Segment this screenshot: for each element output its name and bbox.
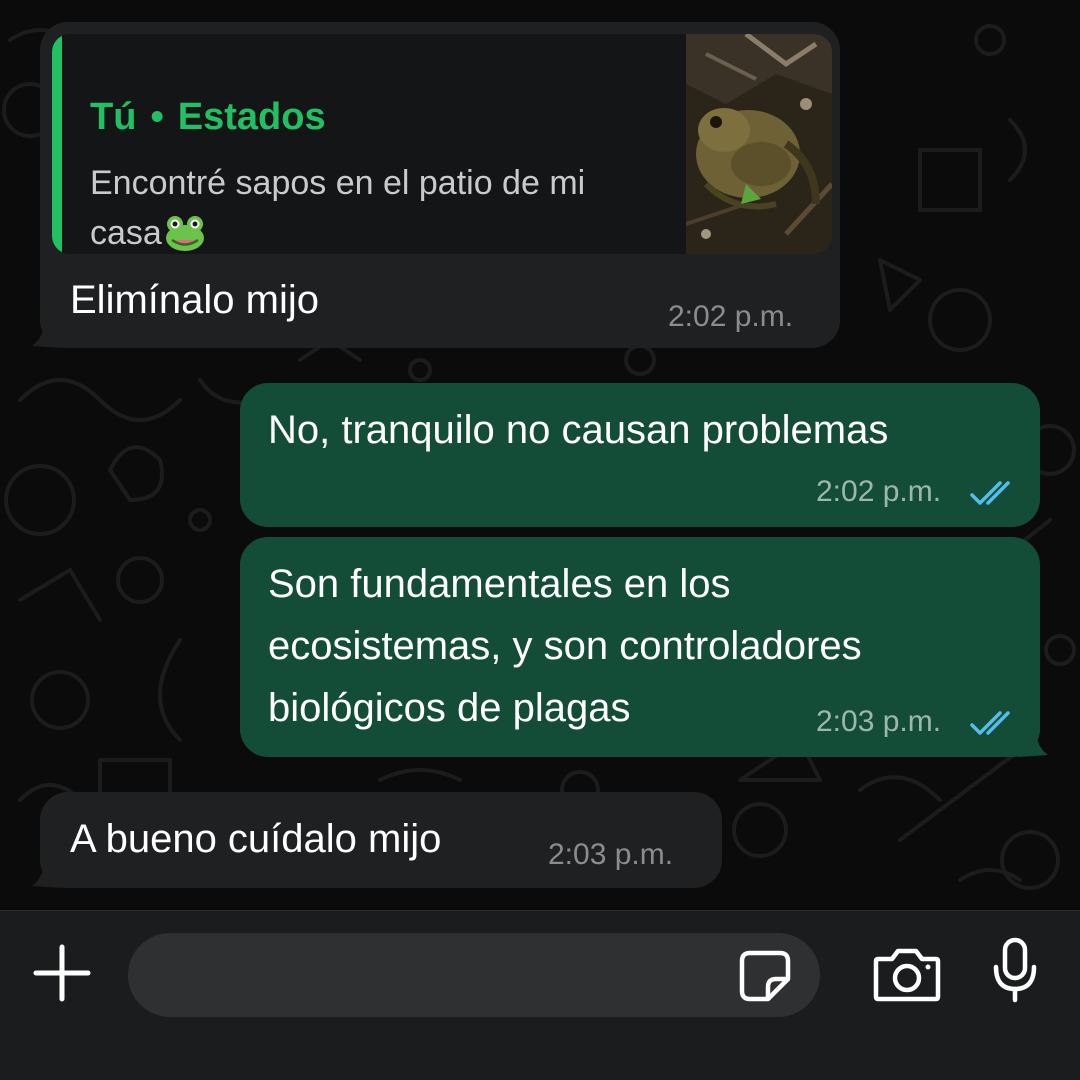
incoming-message-bubble[interactable]: A bueno cuídalo mijo 2:03 p.m.: [40, 792, 722, 888]
outgoing-message-bubble[interactable]: No, tranquilo no causan problemas 2:02 p…: [240, 383, 1040, 527]
chat-screen: Tú • Estados Encontré sapos en el patio de…: [0, 0, 1080, 1080]
incoming-bubble-tail: [32, 314, 62, 348]
quoted-source: Estados: [177, 96, 326, 138]
incoming-message-bubble[interactable]: Tú • Estados Encontré sapos en el patio de…: [40, 22, 840, 348]
microphone-icon[interactable]: [990, 937, 1040, 1003]
quoted-status-text-wrap: Encontré sapos en el patio de mi casa: [90, 158, 650, 254]
quoted-status-reply[interactable]: Tú • Estados Encontré sapos en el patio de…: [52, 34, 832, 254]
message-input-bar: [0, 910, 1080, 1080]
message-text: Son fundamentales en los ecosistemas, y …: [268, 562, 862, 730]
message-text: Elimínalo mijo: [70, 278, 319, 322]
sticker-icon[interactable]: [738, 949, 792, 1003]
double-check-read-icon: [970, 481, 1010, 505]
message-text: No, tranquilo no causan problemas: [268, 408, 889, 452]
outgoing-bubble-tail: [1018, 723, 1048, 757]
quote-accent-bar: [52, 34, 62, 254]
message-time: 2:03 p.m.: [816, 705, 942, 738]
outgoing-message-bubble[interactable]: Son fundamentales en los ecosistemas, y …: [240, 537, 1040, 757]
quoted-status-header: Tú • Estados: [90, 96, 326, 139]
camera-icon[interactable]: [872, 945, 942, 1003]
incoming-bubble-tail: [32, 854, 62, 888]
message-time: 2:02 p.m.: [668, 300, 794, 333]
plus-icon[interactable]: [32, 943, 92, 1003]
double-check-read-icon: [970, 711, 1010, 735]
frog-emoji-icon: [165, 216, 204, 251]
message-text: A bueno cuídalo mijo: [70, 817, 442, 861]
quote-separator-dot: •: [150, 96, 164, 138]
quoted-author: Tú: [90, 96, 137, 138]
message-input[interactable]: [128, 933, 820, 1017]
message-time: 2:03 p.m.: [548, 838, 674, 871]
toad-photo-thumbnail[interactable]: [686, 34, 832, 254]
message-time: 2:02 p.m.: [816, 475, 942, 508]
